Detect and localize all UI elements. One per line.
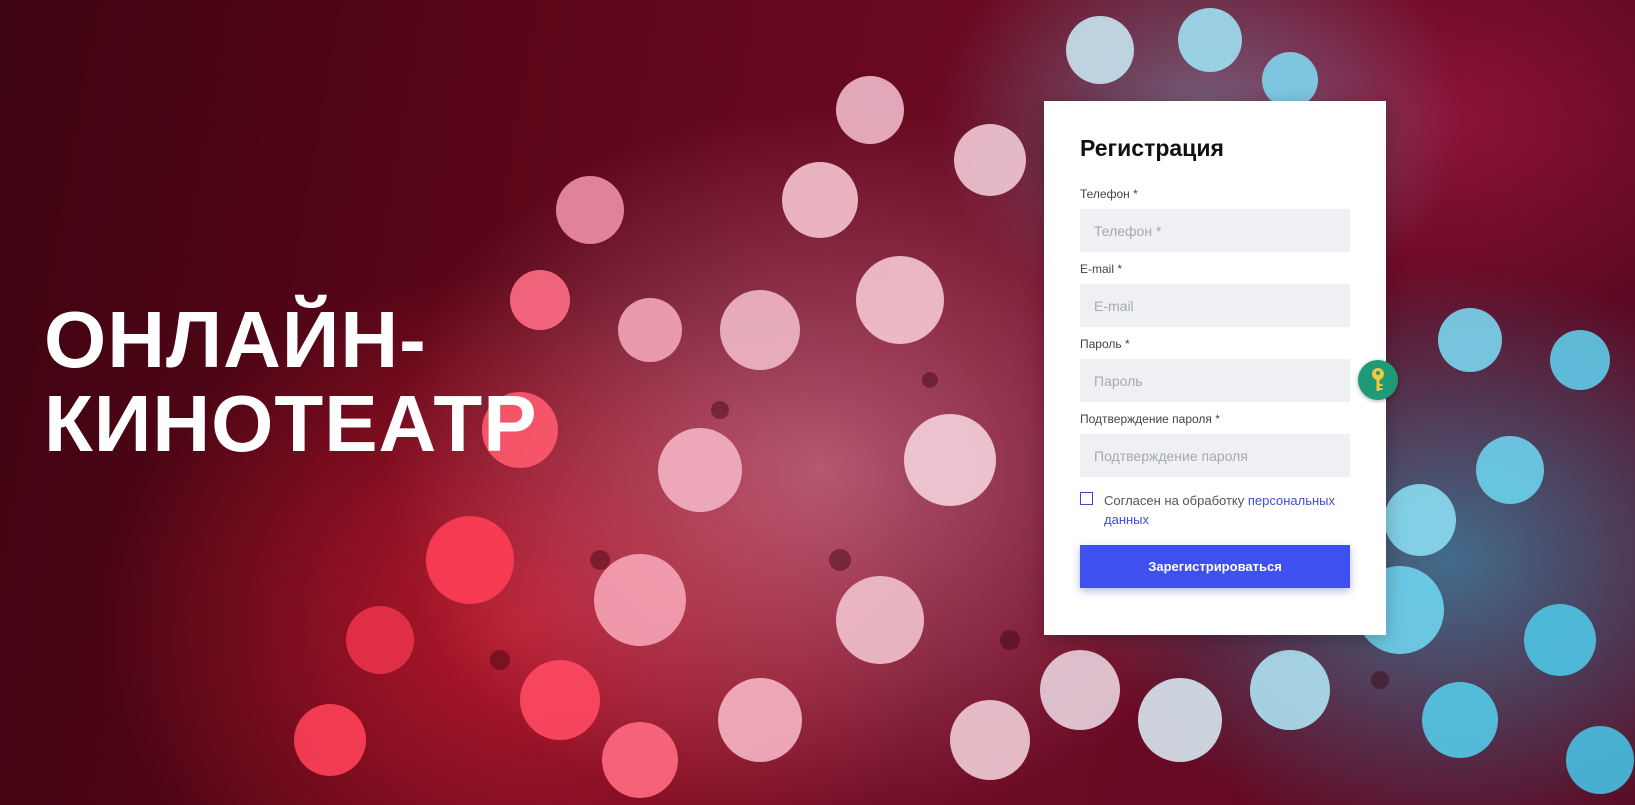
password-confirm-label: Подтверждение пароля * (1080, 412, 1220, 426)
email-input[interactable] (1080, 284, 1350, 327)
hero-title-line-1: ОНЛАЙН- (44, 295, 427, 384)
phone-label: Телефон * (1080, 187, 1138, 201)
consent-row: Согласен на обработку персональных данны… (1080, 491, 1350, 529)
password-manager-key-button[interactable] (1358, 360, 1398, 400)
consent-checkbox[interactable] (1080, 492, 1093, 505)
consent-text: Согласен на обработку персональных данны… (1104, 491, 1350, 529)
registration-page: ОНЛАЙН- КИНОТЕАТР Регистрация Телефон * … (0, 0, 1635, 805)
form-title: Регистрация (1080, 135, 1224, 161)
password-input[interactable] (1080, 359, 1350, 402)
password-field-group: Пароль * (1080, 337, 1398, 402)
phone-field-group: Телефон * (1080, 187, 1350, 252)
hero-title: ОНЛАЙН- КИНОТЕАТР (44, 298, 538, 466)
password-confirm-field-group: Подтверждение пароля * (1080, 412, 1350, 477)
phone-input[interactable] (1080, 209, 1350, 252)
password-input-wrapper (1080, 359, 1398, 402)
password-label: Пароль * (1080, 337, 1130, 351)
hero-title-line-2: КИНОТЕАТР (44, 379, 538, 468)
register-button[interactable]: Зарегистрироваться (1080, 545, 1350, 588)
email-field-group: E-mail * (1080, 262, 1350, 327)
email-label: E-mail * (1080, 262, 1123, 276)
password-confirm-input[interactable] (1080, 434, 1350, 477)
key-icon (1372, 368, 1384, 391)
registration-card: Регистрация Телефон * E-mail * Пароль * (1044, 101, 1398, 635)
consent-text-prefix: Согласен на обработку (1104, 493, 1248, 508)
